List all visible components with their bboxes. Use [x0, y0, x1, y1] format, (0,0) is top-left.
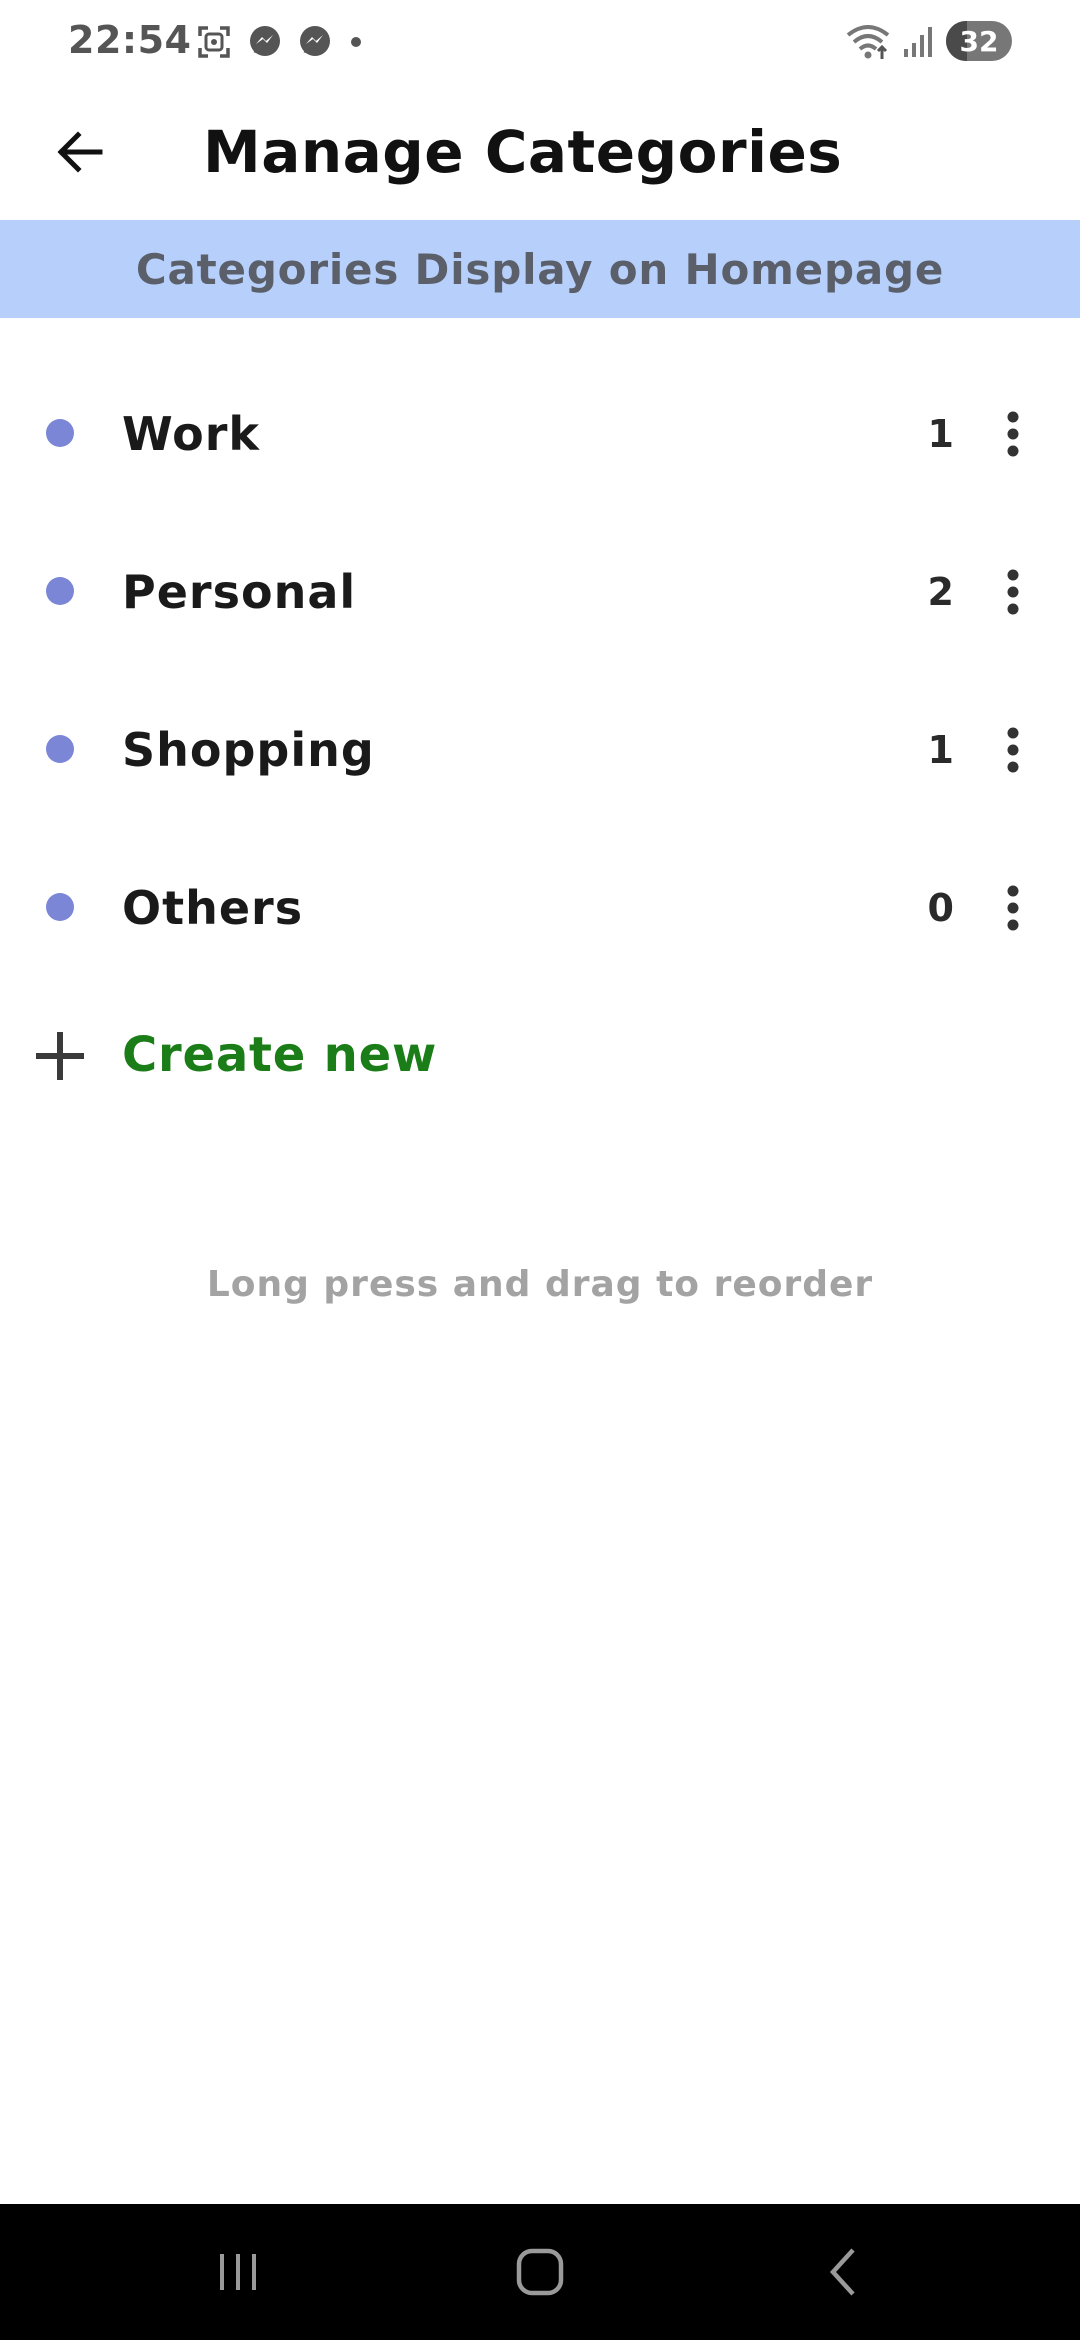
- signal-icon: [904, 27, 932, 57]
- category-color-dot: [46, 893, 74, 921]
- category-name: Personal: [122, 565, 357, 619]
- more-vert-icon: [1007, 411, 1019, 457]
- recent-apps-icon: [220, 2254, 256, 2290]
- category-row[interactable]: Personal 2: [0, 512, 1080, 670]
- battery-icon: 32: [946, 21, 1012, 61]
- wifi-icon: [846, 25, 890, 59]
- category-color-dot: [46, 577, 74, 605]
- back-button[interactable]: [40, 112, 120, 192]
- system-nav-bar: [0, 2204, 1080, 2340]
- home-icon: [516, 2248, 564, 2296]
- more-options-button[interactable]: [973, 552, 1053, 632]
- more-options-button[interactable]: [973, 710, 1053, 790]
- create-new-label: Create new: [122, 1027, 438, 1083]
- category-name: Others: [122, 881, 304, 935]
- status-notification-icons: [194, 22, 366, 62]
- dot-icon: [351, 37, 361, 47]
- category-name: Work: [122, 407, 260, 461]
- status-time: 22:54: [68, 18, 192, 62]
- more-vert-icon: [1007, 569, 1019, 615]
- category-name: Shopping: [122, 723, 375, 777]
- messenger-icon: [250, 26, 280, 56]
- app-bar: Manage Categories: [0, 82, 1080, 220]
- category-color-dot: [46, 735, 74, 763]
- plus-icon: [36, 1032, 84, 1080]
- messenger-icon: [300, 26, 330, 56]
- more-vert-icon: [1007, 727, 1019, 773]
- category-row[interactable]: Work 1: [0, 354, 1080, 512]
- more-vert-icon: [1007, 885, 1019, 931]
- category-count: 0: [927, 886, 954, 930]
- category-count: 2: [927, 570, 954, 614]
- more-options-button[interactable]: [973, 868, 1053, 948]
- status-system-icons: 32: [844, 20, 1012, 62]
- reorder-hint: Long press and drag to reorder: [206, 1264, 874, 1305]
- more-options-button[interactable]: [973, 394, 1053, 474]
- back-icon: [829, 2248, 855, 2296]
- battery-level: 32: [959, 24, 999, 58]
- screenshot-icon: [198, 26, 230, 58]
- create-new-button[interactable]: Create new: [0, 1004, 1080, 1104]
- category-row[interactable]: Others 0: [0, 828, 1080, 986]
- recent-apps-button[interactable]: [188, 2232, 288, 2312]
- category-row[interactable]: Shopping 1: [0, 670, 1080, 828]
- page-title: Manage Categories: [203, 118, 843, 186]
- category-count: 1: [927, 412, 954, 456]
- category-count: 1: [927, 728, 954, 772]
- category-color-dot: [46, 419, 74, 447]
- system-back-button[interactable]: [793, 2232, 893, 2312]
- home-button[interactable]: [490, 2232, 590, 2312]
- arrow-left-icon: [57, 131, 103, 173]
- category-list: Work 1 Personal 2 Shopping 1 Others 0: [0, 354, 1080, 986]
- homepage-categories-banner: Categories Display on Homepage: [0, 220, 1080, 318]
- status-bar: 22:54 32: [0, 0, 1080, 82]
- banner-text: Categories Display on Homepage: [135, 244, 945, 294]
